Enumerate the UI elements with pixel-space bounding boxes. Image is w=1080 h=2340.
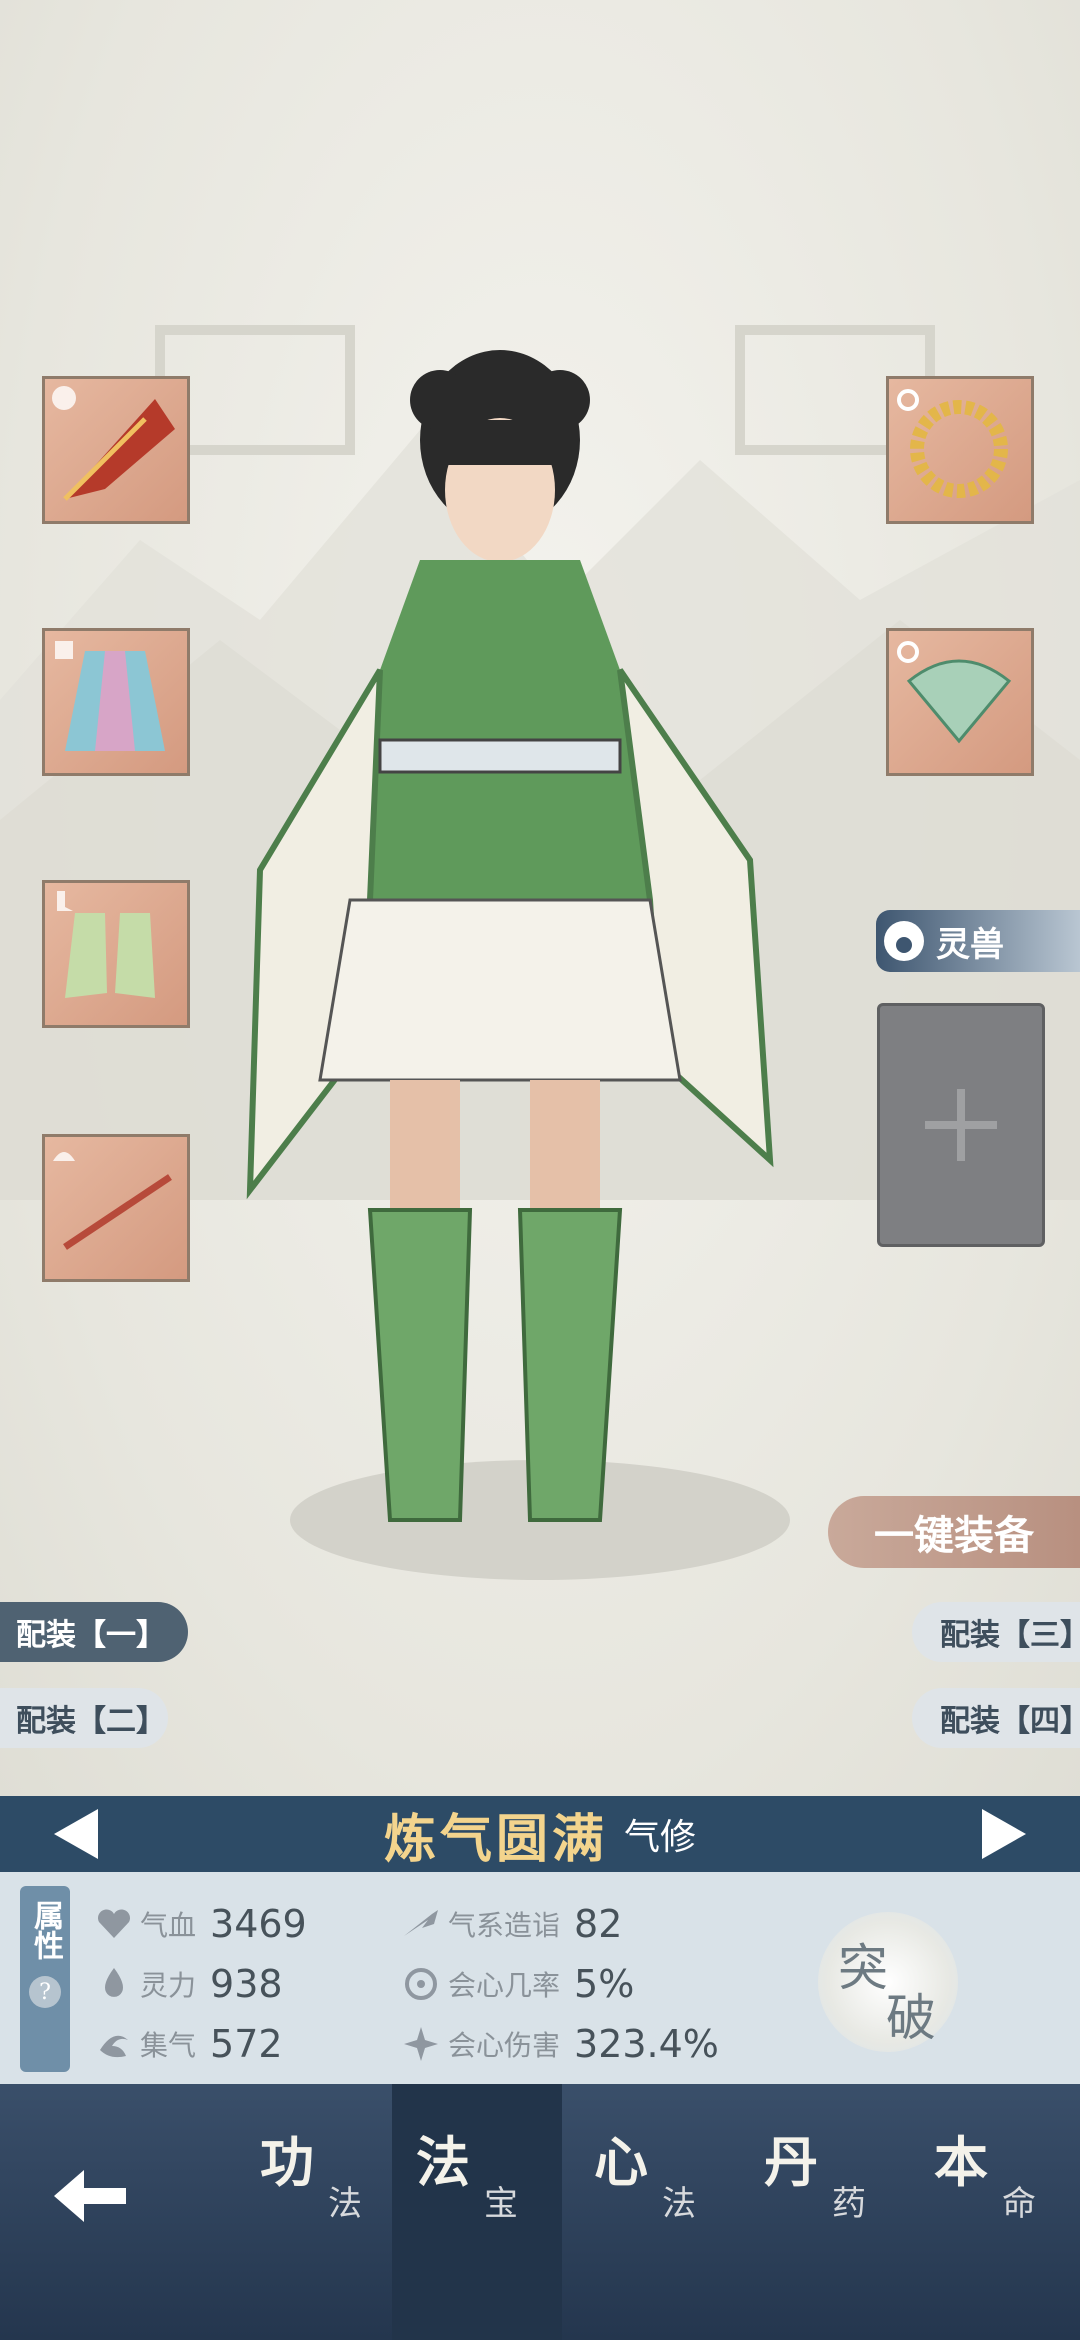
attributes-panel: 属性 ? 气血 3469 灵力 938 集气 572 气系造诣 82 会心几率 … bbox=[0, 1872, 1080, 2084]
tab-fabao-small: 宝 bbox=[484, 2184, 518, 2224]
crit-damage-icon bbox=[404, 2027, 438, 2061]
tab-benming[interactable]: 本 命 bbox=[910, 2084, 1080, 2340]
stat-label: 会心伤害 bbox=[448, 2029, 561, 2062]
tab-xinfa[interactable]: 心 法 bbox=[570, 2084, 740, 2340]
boots-slot-icon bbox=[57, 891, 73, 911]
stat-label: 会心几率 bbox=[448, 1969, 561, 2002]
tab-gongfa-big: 功 bbox=[260, 2130, 314, 2194]
stat-value: 323.4% bbox=[574, 2022, 719, 2066]
tab-xinfa-small: 法 bbox=[662, 2184, 696, 2224]
prev-arrow-icon[interactable] bbox=[50, 1807, 100, 1861]
stat-value: 572 bbox=[210, 2022, 283, 2066]
tab-benming-big: 本 bbox=[934, 2130, 988, 2194]
loadout-3-button[interactable]: 配装【三】 bbox=[912, 1602, 1080, 1662]
stat-gather-qi: 集气 572 bbox=[96, 2022, 283, 2066]
one-click-equip-label: 一键装备 bbox=[874, 1512, 1034, 1559]
pet-paw-icon bbox=[884, 921, 924, 961]
ring-slot-icon-2 bbox=[897, 641, 919, 663]
stat-label: 气血 bbox=[140, 1909, 197, 1942]
weapon-slot-icon bbox=[52, 386, 76, 410]
tab-danyao[interactable]: 丹 药 bbox=[740, 2084, 910, 2340]
stat-crit-rate: 会心几率 5% bbox=[402, 1962, 634, 2006]
wing-slot-icon bbox=[53, 1152, 75, 1161]
breakthrough-char-1: 突 bbox=[838, 1939, 888, 1997]
ring-slot-icon bbox=[897, 389, 919, 411]
tab-danyao-small: 药 bbox=[832, 2184, 866, 2224]
character-portrait bbox=[246, 350, 774, 1522]
loadout-3-label: 配装【三】 bbox=[940, 1618, 1080, 1653]
tab-xinfa-big: 心 bbox=[594, 2130, 648, 2194]
realm-title: 炼气圆满 bbox=[383, 1808, 608, 1870]
tab-fabao[interactable]: 法 宝 bbox=[392, 2084, 562, 2340]
equip-slot-armor[interactable] bbox=[42, 628, 190, 776]
tab-fabao-big: 法 bbox=[416, 2130, 470, 2194]
next-arrow-icon[interactable] bbox=[980, 1807, 1030, 1861]
swirl-icon bbox=[100, 2035, 128, 2058]
spirit-pet-header: 灵兽 bbox=[876, 910, 1080, 972]
spirit-pet-label: 灵兽 bbox=[936, 924, 1004, 965]
equip-slot-boots[interactable] bbox=[42, 880, 190, 1028]
breakthrough-button[interactable]: 突 破 bbox=[818, 1912, 958, 2052]
tab-benming-small: 命 bbox=[1002, 2184, 1036, 2224]
realm-subtitle: 气修 bbox=[624, 1817, 697, 1858]
attributes-tab-label: 属性 bbox=[28, 1900, 63, 1960]
one-click-equip-button[interactable]: 一键装备 bbox=[828, 1496, 1080, 1568]
tab-danyao-big: 丹 bbox=[764, 2130, 818, 2194]
drop-icon bbox=[105, 1968, 123, 1997]
help-icon[interactable]: ? bbox=[29, 1976, 61, 2008]
wind-icon bbox=[404, 1910, 438, 1936]
loadout-4-label: 配装【四】 bbox=[940, 1704, 1080, 1739]
stat-qi-mastery: 气系造诣 82 bbox=[402, 1902, 622, 1946]
stat-hp: 气血 3469 bbox=[96, 1902, 307, 1946]
loadout-4-button[interactable]: 配装【四】 bbox=[912, 1688, 1080, 1748]
stat-value: 3469 bbox=[210, 1902, 307, 1946]
heart-icon bbox=[98, 1909, 130, 1938]
armor-slot-icon bbox=[55, 641, 73, 659]
crit-rate-icon bbox=[405, 1968, 437, 2000]
loadout-1-label: 配装【一】 bbox=[16, 1618, 166, 1653]
stat-value: 938 bbox=[210, 1962, 283, 2006]
bottom-nav: 功 法 法 宝 心 法 丹 药 本 命 bbox=[0, 2084, 1080, 2340]
equip-slot-accessory-1[interactable] bbox=[886, 376, 1034, 524]
stat-label: 灵力 bbox=[140, 1969, 197, 2002]
back-arrow-icon[interactable] bbox=[50, 2166, 130, 2226]
tab-gongfa-small: 法 bbox=[328, 2184, 362, 2224]
realm-bar: 炼气圆满 气修 bbox=[0, 1796, 1080, 1872]
spirit-pet-slot[interactable] bbox=[877, 1003, 1045, 1247]
stat-crit-damage: 会心伤害 323.4% bbox=[402, 2022, 719, 2066]
stat-value: 5% bbox=[574, 1962, 635, 2006]
breakthrough-char-2: 破 bbox=[886, 1989, 936, 2047]
stat-value: 82 bbox=[574, 1902, 623, 1946]
tab-gongfa[interactable]: 功 法 bbox=[236, 2084, 406, 2340]
equip-slot-accessory-2[interactable] bbox=[886, 628, 1034, 776]
stat-label: 集气 bbox=[140, 2029, 197, 2062]
equip-slot-sword[interactable] bbox=[42, 1134, 190, 1282]
stat-label: 气系造诣 bbox=[448, 1909, 561, 1942]
attributes-tab[interactable]: 属性 ? bbox=[20, 1886, 70, 2072]
loadout-2-button[interactable]: 配装【二】 bbox=[0, 1688, 168, 1748]
stat-mana: 灵力 938 bbox=[96, 1962, 283, 2006]
loadout-1-button[interactable]: 配装【一】 bbox=[0, 1602, 188, 1662]
loadout-2-label: 配装【二】 bbox=[16, 1704, 166, 1739]
plus-icon bbox=[925, 1089, 997, 1161]
equip-slot-weapon[interactable] bbox=[42, 376, 190, 524]
